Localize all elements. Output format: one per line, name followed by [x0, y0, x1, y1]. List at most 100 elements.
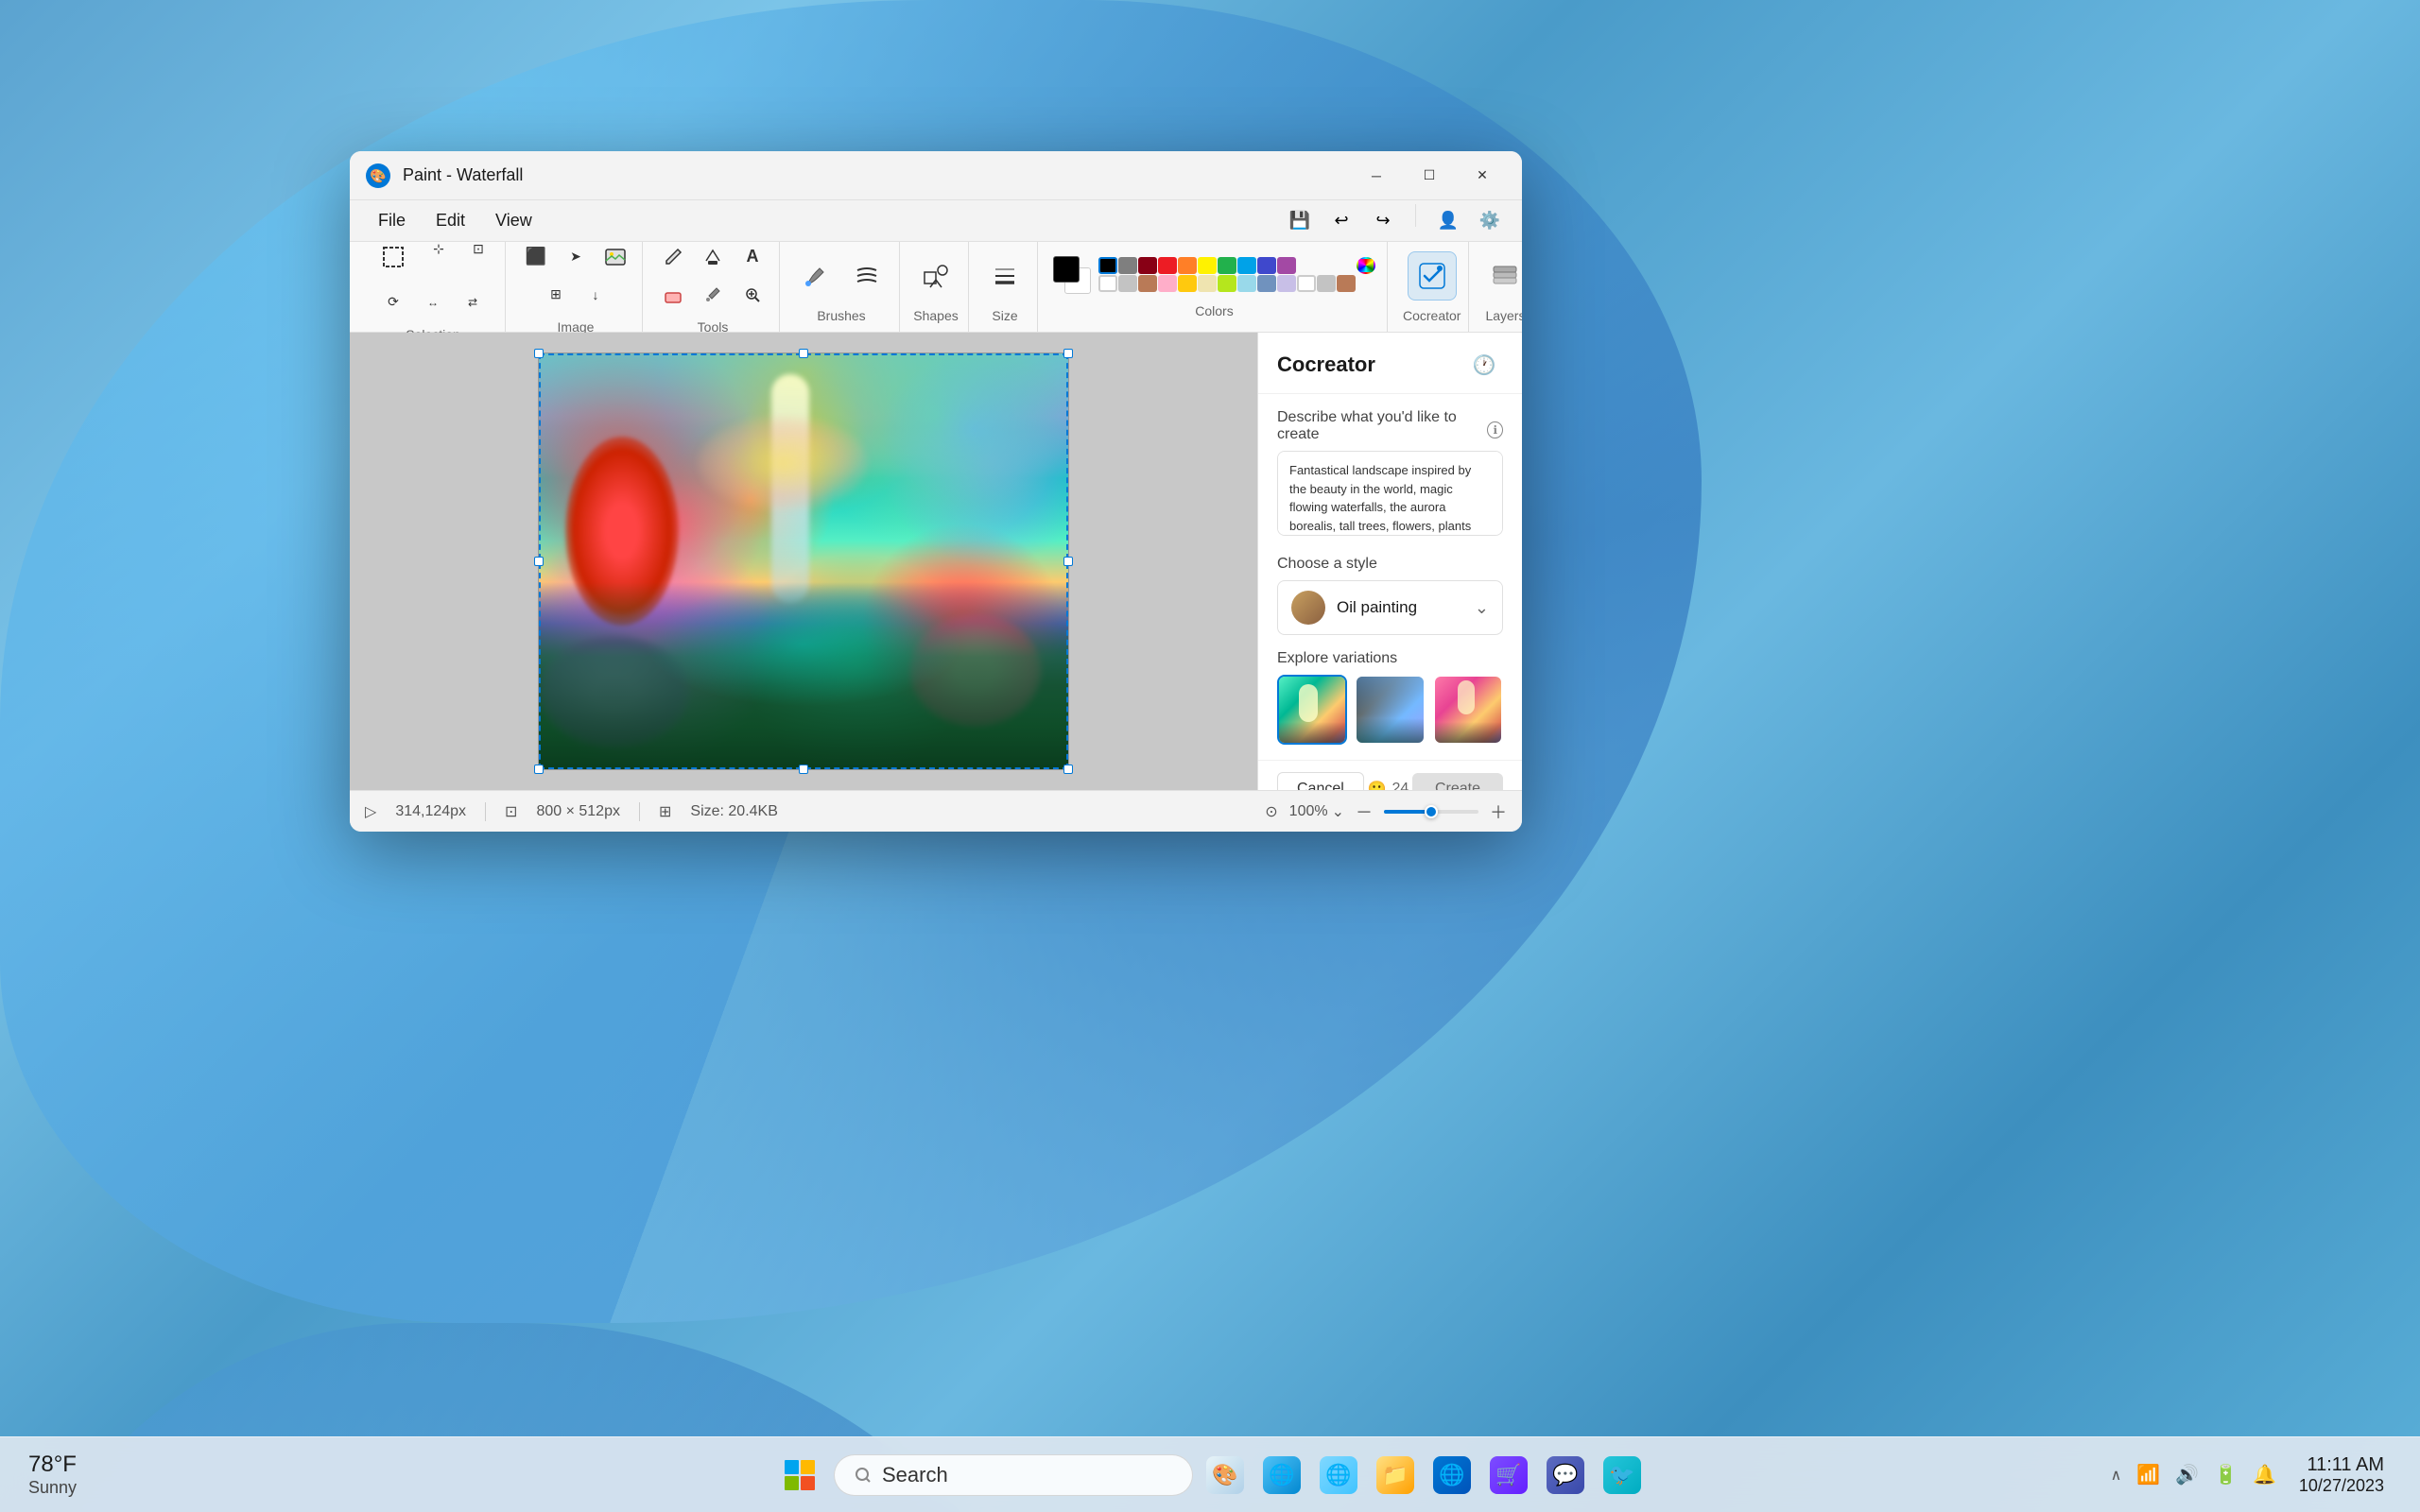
menu-bar-right: 💾 ↩ ↪ 👤 ⚙️: [1283, 204, 1507, 238]
handle-top-right[interactable]: [1063, 349, 1073, 358]
flip-button[interactable]: ⇄: [454, 285, 492, 319]
battery-icon[interactable]: 🔋: [2214, 1463, 2238, 1486]
eraser-button[interactable]: [654, 278, 692, 312]
variation-2[interactable]: [1355, 675, 1425, 745]
cancel-button[interactable]: Cancel: [1277, 772, 1364, 790]
taskbar-app-icon[interactable]: 🐦: [1598, 1451, 1647, 1500]
text-button[interactable]: A: [734, 240, 771, 274]
color-skyblue[interactable]: [1237, 275, 1256, 292]
handle-bottom-right[interactable]: [1063, 765, 1073, 774]
layers-label: Layers: [1485, 308, 1522, 323]
style-selector[interactable]: Oil painting ⌄: [1277, 580, 1503, 635]
taskbar-teams-icon[interactable]: 💬: [1541, 1451, 1590, 1500]
rotate-button[interactable]: ⟳: [374, 285, 412, 319]
color-darkgray[interactable]: [1118, 257, 1137, 274]
color-purple[interactable]: [1277, 257, 1296, 274]
screen-icon: ⊙: [1265, 802, 1277, 821]
color-r2[interactable]: [1297, 275, 1316, 292]
redo-button[interactable]: ↪: [1366, 204, 1400, 238]
color-lavender[interactable]: [1277, 275, 1296, 292]
color-lime[interactable]: [1218, 275, 1236, 292]
variation-1[interactable]: [1277, 675, 1347, 745]
zoom-in-button[interactable]: ＋: [1490, 799, 1507, 824]
color-white[interactable]: [1098, 275, 1117, 292]
foreground-color[interactable]: [1053, 256, 1080, 283]
volume-icon[interactable]: 🔊: [2175, 1463, 2199, 1486]
color-lightgray[interactable]: [1118, 275, 1137, 292]
handle-bottom-left[interactable]: [534, 765, 544, 774]
save-button[interactable]: 💾: [1283, 204, 1317, 238]
eyedropper-button[interactable]: [694, 278, 732, 312]
taskbar-browser2-icon[interactable]: 🌐: [1314, 1451, 1363, 1500]
search-bar[interactable]: Search: [834, 1454, 1193, 1496]
shapes-button[interactable]: [911, 251, 960, 301]
handle-top-left[interactable]: [534, 349, 544, 358]
undo-button[interactable]: ↩: [1324, 204, 1358, 238]
handle-middle-right[interactable]: [1063, 557, 1073, 566]
size-button[interactable]: [980, 251, 1029, 301]
clock-area[interactable]: 11:11 AM 10/27/2023: [2291, 1451, 2392, 1500]
canvas-container[interactable]: [350, 333, 1257, 790]
zoom-slider-thumb[interactable]: [1425, 805, 1438, 818]
color-pink[interactable]: [1158, 275, 1177, 292]
zoom-button[interactable]: [734, 278, 771, 312]
zoom-out-button[interactable]: －: [1356, 799, 1373, 824]
zoom-slider[interactable]: [1384, 810, 1478, 814]
canvas-image[interactable]: [538, 352, 1069, 770]
zoom-level-button[interactable]: 100% ⌄: [1289, 802, 1344, 821]
arrow-tool-button[interactable]: ↓: [577, 278, 614, 312]
fill-tool-button[interactable]: [694, 240, 732, 274]
color-orange[interactable]: [1178, 257, 1197, 274]
pencil-button[interactable]: [654, 240, 692, 274]
taskbar-browser1-icon[interactable]: 🌐: [1257, 1451, 1306, 1500]
taskbar-fileexplorer-icon[interactable]: 📁: [1371, 1451, 1420, 1500]
crop-button[interactable]: ⊡: [459, 232, 497, 266]
color-darkred[interactable]: [1138, 257, 1157, 274]
maximize-button[interactable]: ☐: [1405, 159, 1454, 193]
handle-middle-left[interactable]: [534, 557, 544, 566]
image-select-button[interactable]: ➤: [557, 240, 595, 274]
minimize-button[interactable]: ─: [1352, 159, 1401, 193]
color-b2[interactable]: [1337, 275, 1356, 292]
color-red[interactable]: [1158, 257, 1177, 274]
prompt-textarea[interactable]: Fantastical landscape inspired by the be…: [1277, 451, 1503, 536]
notification-bell-icon[interactable]: 🔔: [2253, 1463, 2276, 1486]
color-black[interactable]: [1098, 257, 1117, 274]
taskbar-store-icon[interactable]: 🛒: [1484, 1451, 1533, 1500]
color-steelblue[interactable]: [1257, 275, 1276, 292]
cocreator-history-button[interactable]: 🕐: [1465, 348, 1503, 382]
profile-button[interactable]: 👤: [1431, 204, 1465, 238]
brush-button[interactable]: [791, 251, 840, 301]
taskbar-edge-icon[interactable]: 🌐: [1427, 1451, 1477, 1500]
show-hidden-button[interactable]: ∧: [2111, 1466, 2122, 1485]
color-yellow[interactable]: [1198, 257, 1217, 274]
close-button[interactable]: ✕: [1458, 159, 1507, 193]
color-g2[interactable]: [1317, 275, 1336, 292]
create-button[interactable]: Create: [1412, 773, 1503, 790]
color-cream[interactable]: [1198, 275, 1217, 292]
color-brown[interactable]: [1138, 275, 1157, 292]
color-blue[interactable]: [1257, 257, 1276, 274]
layers-button[interactable]: [1480, 251, 1522, 301]
select-rectangle-button[interactable]: [369, 232, 418, 282]
lines-button[interactable]: [842, 251, 891, 301]
color-green[interactable]: [1218, 257, 1236, 274]
variation-3[interactable]: [1433, 675, 1503, 745]
weather-info[interactable]: 78°F Sunny: [28, 1452, 77, 1498]
cocreator-button[interactable]: [1408, 251, 1457, 301]
settings-button[interactable]: ⚙️: [1473, 204, 1507, 238]
start-button[interactable]: [773, 1449, 826, 1502]
free-select-button[interactable]: ⊹: [420, 232, 458, 266]
color-spectrum[interactable]: [1357, 257, 1375, 274]
handle-top-middle[interactable]: [799, 349, 808, 358]
handle-bottom-middle[interactable]: [799, 765, 808, 774]
prompt-info-icon[interactable]: ℹ: [1487, 421, 1503, 438]
color-gold[interactable]: [1178, 275, 1197, 292]
color-cyan[interactable]: [1237, 257, 1256, 274]
taskbar-paint-icon[interactable]: 🎨: [1201, 1451, 1250, 1500]
insert-image-button[interactable]: [596, 240, 634, 274]
pattern-button[interactable]: ⊞: [537, 278, 575, 312]
resize-button[interactable]: ↔: [414, 285, 452, 319]
fill-button[interactable]: ⬛: [517, 240, 555, 274]
network-icon[interactable]: 📶: [2136, 1463, 2160, 1486]
